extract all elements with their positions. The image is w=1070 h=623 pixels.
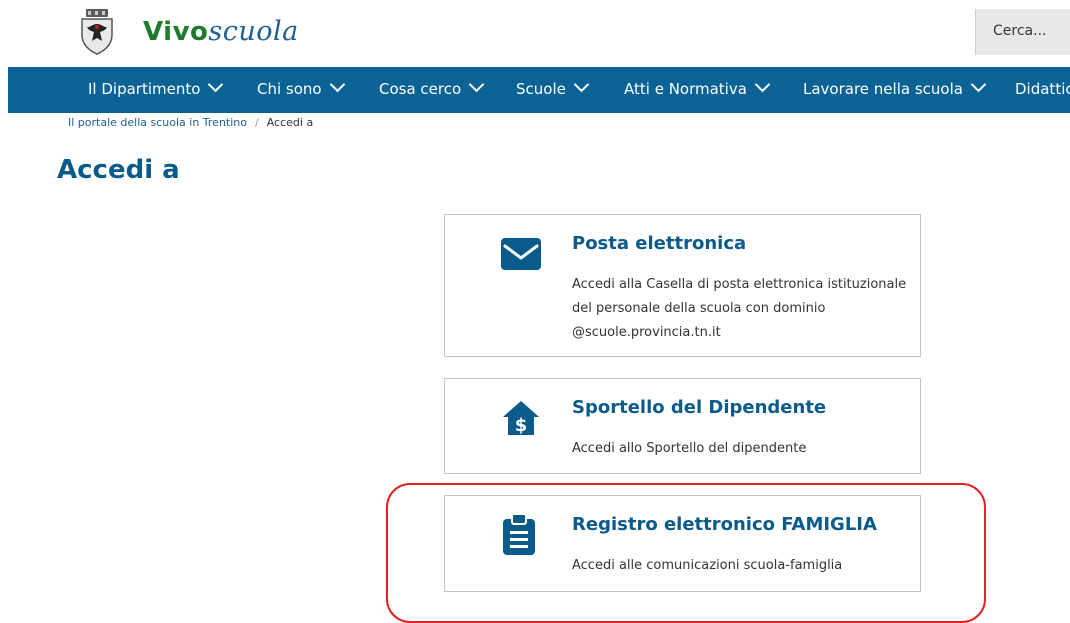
chevron-down-icon [970,76,987,93]
logo-scuola: scuola [208,16,299,47]
nav-item-label: Lavorare nella scuola [803,80,963,98]
chevron-down-icon [208,76,224,93]
card-title: Registro elettronico FAMIGLIA [572,514,877,535]
nav-item-cosa-cerco[interactable]: Cosa cerco [379,76,485,98]
breadcrumb: Il portale della scuola in Trentino / Acce… [68,116,313,129]
site-logo[interactable]: Vivoscuola [143,16,299,47]
main-navigation: Il Dipartimento Chi sono Cosa cerco Scuo… [8,67,1070,113]
svg-text:$: $ [515,415,528,436]
page-title: Accedi a [57,155,180,185]
clipboard-list-icon [503,513,535,555]
search-input[interactable]: Cerca... [975,9,1070,55]
nav-item-atti-normativa[interactable]: Atti e Normativa [624,76,771,98]
house-dollar-icon: $ [503,401,539,436]
chevron-down-icon [329,76,345,93]
nav-item-label: Atti e Normativa [624,80,747,98]
card-description: Accedi alla Casella di posta elettronica… [572,277,907,340]
nav-item-lavorare-scuola[interactable]: Lavorare nella scuola [803,76,987,98]
chevron-down-icon [468,76,485,93]
breadcrumb-home-link[interactable]: Il portale della scuola in Trentino [68,116,247,129]
card-sportello-dipendente[interactable]: $ Sportello del Dipendente Accedi allo S… [444,378,921,474]
card-registro-elettronico-famiglia[interactable]: Registro elettronico FAMIGLIA Accedi all… [444,495,921,592]
breadcrumb-separator: / [255,116,259,129]
nav-item-didattica[interactable]: Didattica [1015,80,1070,98]
breadcrumb-current: Accedi a [266,116,314,129]
search-placeholder: Cerca... [993,23,1047,39]
nav-item-dipartimento[interactable]: Il Dipartimento [88,76,224,98]
site-header: Vivoscuola Cerca... [0,0,1070,67]
nav-item-label: Scuole [516,80,566,98]
envelope-icon [501,238,541,270]
nav-item-chi-sono[interactable]: Chi sono [257,76,345,98]
chevron-down-icon [573,76,590,93]
card-title: Posta elettronica [572,233,747,254]
nav-item-scuole[interactable]: Scuole [516,76,590,98]
nav-item-label: Cosa cerco [379,80,462,98]
logo-vivo: Vivo [143,17,209,47]
nav-item-label: Il Dipartimento [88,80,201,98]
card-description: Accedi alle comunicazioni scuola-famigli… [572,558,843,573]
nav-item-label: Chi sono [257,80,322,98]
coat-of-arms-icon[interactable] [78,9,116,55]
chevron-down-icon [754,76,771,93]
nav-item-label: Didattica [1015,80,1070,98]
card-posta-elettronica[interactable]: Posta elettronica Accedi alla Casella di… [444,214,921,357]
card-title: Sportello del Dipendente [572,397,827,418]
card-description: Accedi allo Sportello del dipendente [572,441,807,456]
